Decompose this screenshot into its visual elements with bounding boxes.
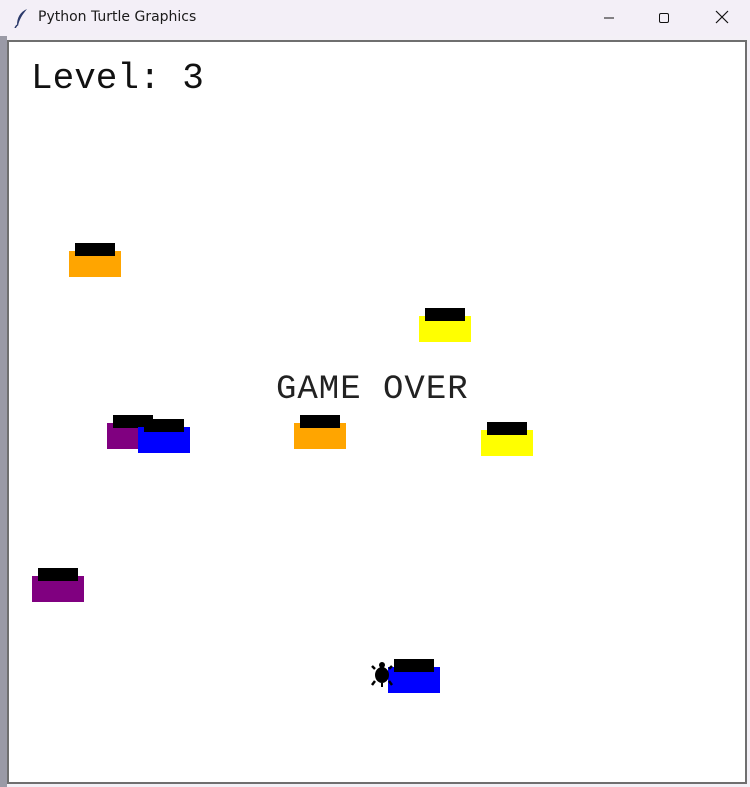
car-roof — [38, 568, 78, 581]
title-bar[interactable]: Python Turtle Graphics — [0, 0, 750, 36]
close-icon — [715, 9, 729, 28]
car-roof — [425, 308, 465, 321]
car — [32, 568, 84, 602]
car — [388, 659, 440, 693]
app-window: Python Turtle Graphics Level: 3 GAME OVE… — [0, 0, 750, 787]
car — [138, 419, 190, 453]
window-edge — [0, 36, 7, 787]
minimize-icon — [603, 9, 615, 28]
close-button[interactable] — [699, 0, 745, 36]
maximize-icon — [658, 9, 670, 28]
car — [69, 243, 121, 277]
turtle-player-icon — [371, 661, 393, 687]
maximize-button[interactable] — [641, 0, 687, 36]
game-over-text: GAME OVER — [276, 371, 469, 409]
minimize-button[interactable] — [586, 0, 632, 36]
feather-icon — [14, 8, 30, 29]
car — [481, 422, 533, 456]
car — [419, 308, 471, 342]
level-label: Level: 3 — [31, 58, 204, 99]
car-roof — [300, 415, 340, 428]
car-roof — [394, 659, 434, 672]
window-title: Python Turtle Graphics — [38, 9, 197, 25]
car-roof — [487, 422, 527, 435]
game-canvas[interactable]: Level: 3 GAME OVER — [7, 40, 747, 784]
car-roof — [75, 243, 115, 256]
car — [294, 415, 346, 449]
car-roof — [144, 419, 184, 432]
